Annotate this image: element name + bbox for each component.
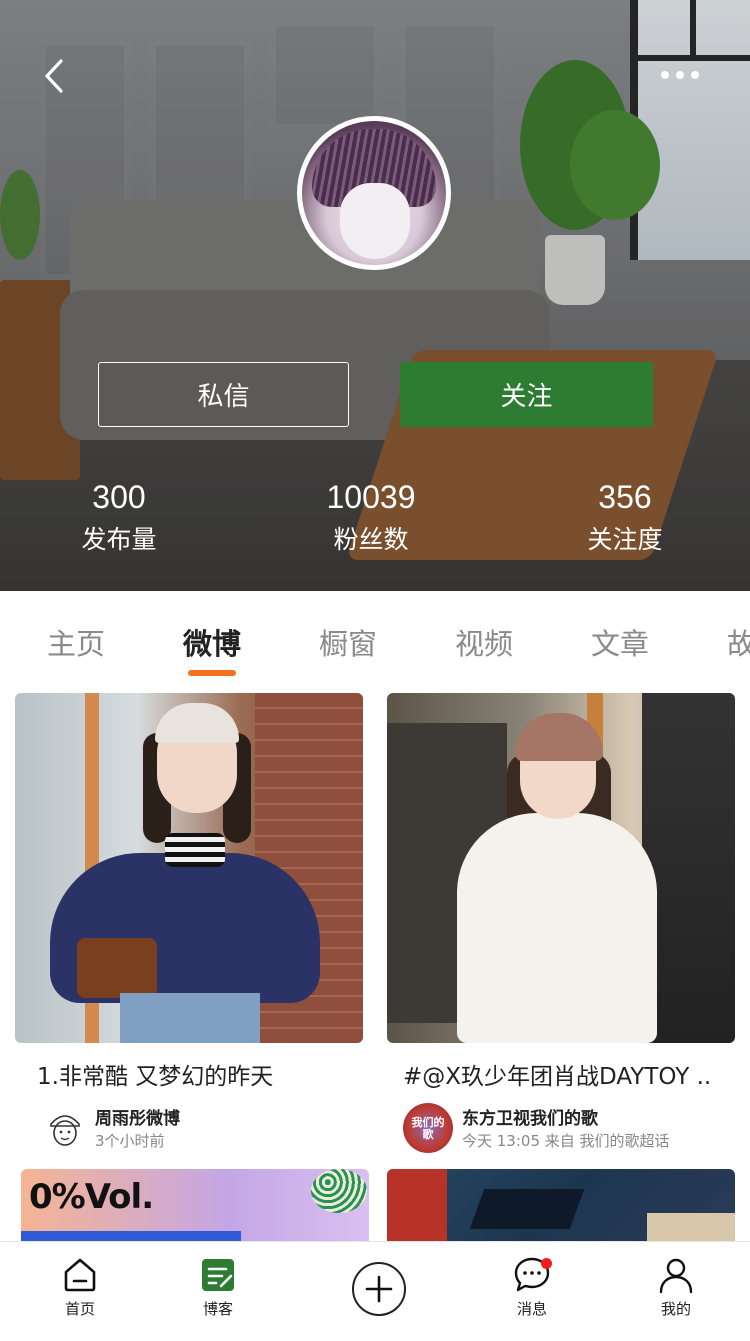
nav-profile[interactable]: 我的 [626,1256,726,1319]
post-card[interactable] [387,1169,735,1241]
nav-home[interactable]: 首页 [30,1256,130,1319]
author-avatar[interactable]: 我们的歌 [403,1103,453,1153]
bottom-navigation: 首页 博客 消息 我的 [0,1241,750,1341]
notification-badge [541,1258,552,1269]
stat-following[interactable]: 356 关注度 [525,478,725,558]
content-tabs: 主页 微博 橱窗 视频 文章 故 [0,591,750,686]
author-avatar[interactable] [43,1106,87,1150]
stat-label: 发布量 [81,525,157,554]
tab-weibo[interactable]: 微博 [183,621,241,663]
stat-posts[interactable]: 300 发布量 [19,478,219,558]
stat-value: 356 [598,479,652,515]
post-time: 今天 13:05 来自 我们的歌超话 [462,1132,670,1150]
stat-value: 10039 [326,479,416,515]
post-card[interactable]: 0%Vol. [21,1169,369,1241]
nav-messages[interactable]: 消息 [482,1256,582,1319]
nav-label: 我的 [660,1300,691,1318]
profile-header: 私信 关注 300 发布量 10039 粉丝数 356 关注度 [0,0,750,591]
avatar-logo-text: 我们的歌 [411,1116,445,1141]
add-icon [365,1275,393,1303]
author-name[interactable]: 东方卫视我们的歌 [462,1104,598,1129]
back-button[interactable] [34,52,74,100]
tab-video[interactable]: 视频 [455,621,513,663]
stat-value: 300 [92,479,146,515]
more-options-button[interactable] [650,62,710,88]
nav-label: 博客 [202,1300,233,1318]
post-time: 3个小时前 [95,1132,165,1150]
post-title[interactable]: #@X玖少年团肖战DAYTOY .. [403,1057,723,1091]
tab-articles[interactable]: 文章 [591,621,649,663]
chevron-left-icon [45,59,63,93]
author-name[interactable]: 周雨彤微博 [95,1104,180,1129]
post-image[interactable]: 0%Vol. [21,1169,369,1241]
tab-stories[interactable]: 故 [727,621,750,663]
image-text: 0%Vol. [29,1177,154,1217]
post-image[interactable] [387,1169,735,1241]
post-title[interactable]: 1.非常酷 又梦幻的昨天 [37,1057,357,1091]
cartoon-avatar-icon [43,1106,87,1150]
profile-avatar[interactable] [297,116,451,270]
profile-icon [659,1258,693,1294]
post-card[interactable]: 1.非常酷 又梦幻的昨天 周雨彤微博 3个小时前 [15,693,363,1163]
tab-home[interactable]: 主页 [47,621,105,663]
stat-label: 粉丝数 [333,525,409,554]
tab-showcase[interactable]: 橱窗 [319,621,377,663]
private-message-button[interactable]: 私信 [98,362,349,427]
nav-blog[interactable]: 博客 [168,1256,268,1319]
nav-label: 首页 [64,1300,95,1318]
follow-button[interactable]: 关注 [400,362,653,427]
stat-label: 关注度 [587,525,663,554]
add-post-button[interactable] [352,1262,406,1316]
post-image[interactable] [15,693,363,1043]
more-dots-icon [661,71,669,79]
stat-fans[interactable]: 10039 粉丝数 [271,478,471,558]
post-card[interactable]: #@X玖少年团肖战DAYTOY .. 我们的歌 东方卫视我们的歌 今天 13:0… [387,693,735,1163]
post-image[interactable] [387,693,735,1043]
nav-label: 消息 [516,1300,547,1318]
active-tab-indicator [188,670,236,676]
home-icon [64,1258,96,1292]
blog-icon [202,1259,234,1291]
